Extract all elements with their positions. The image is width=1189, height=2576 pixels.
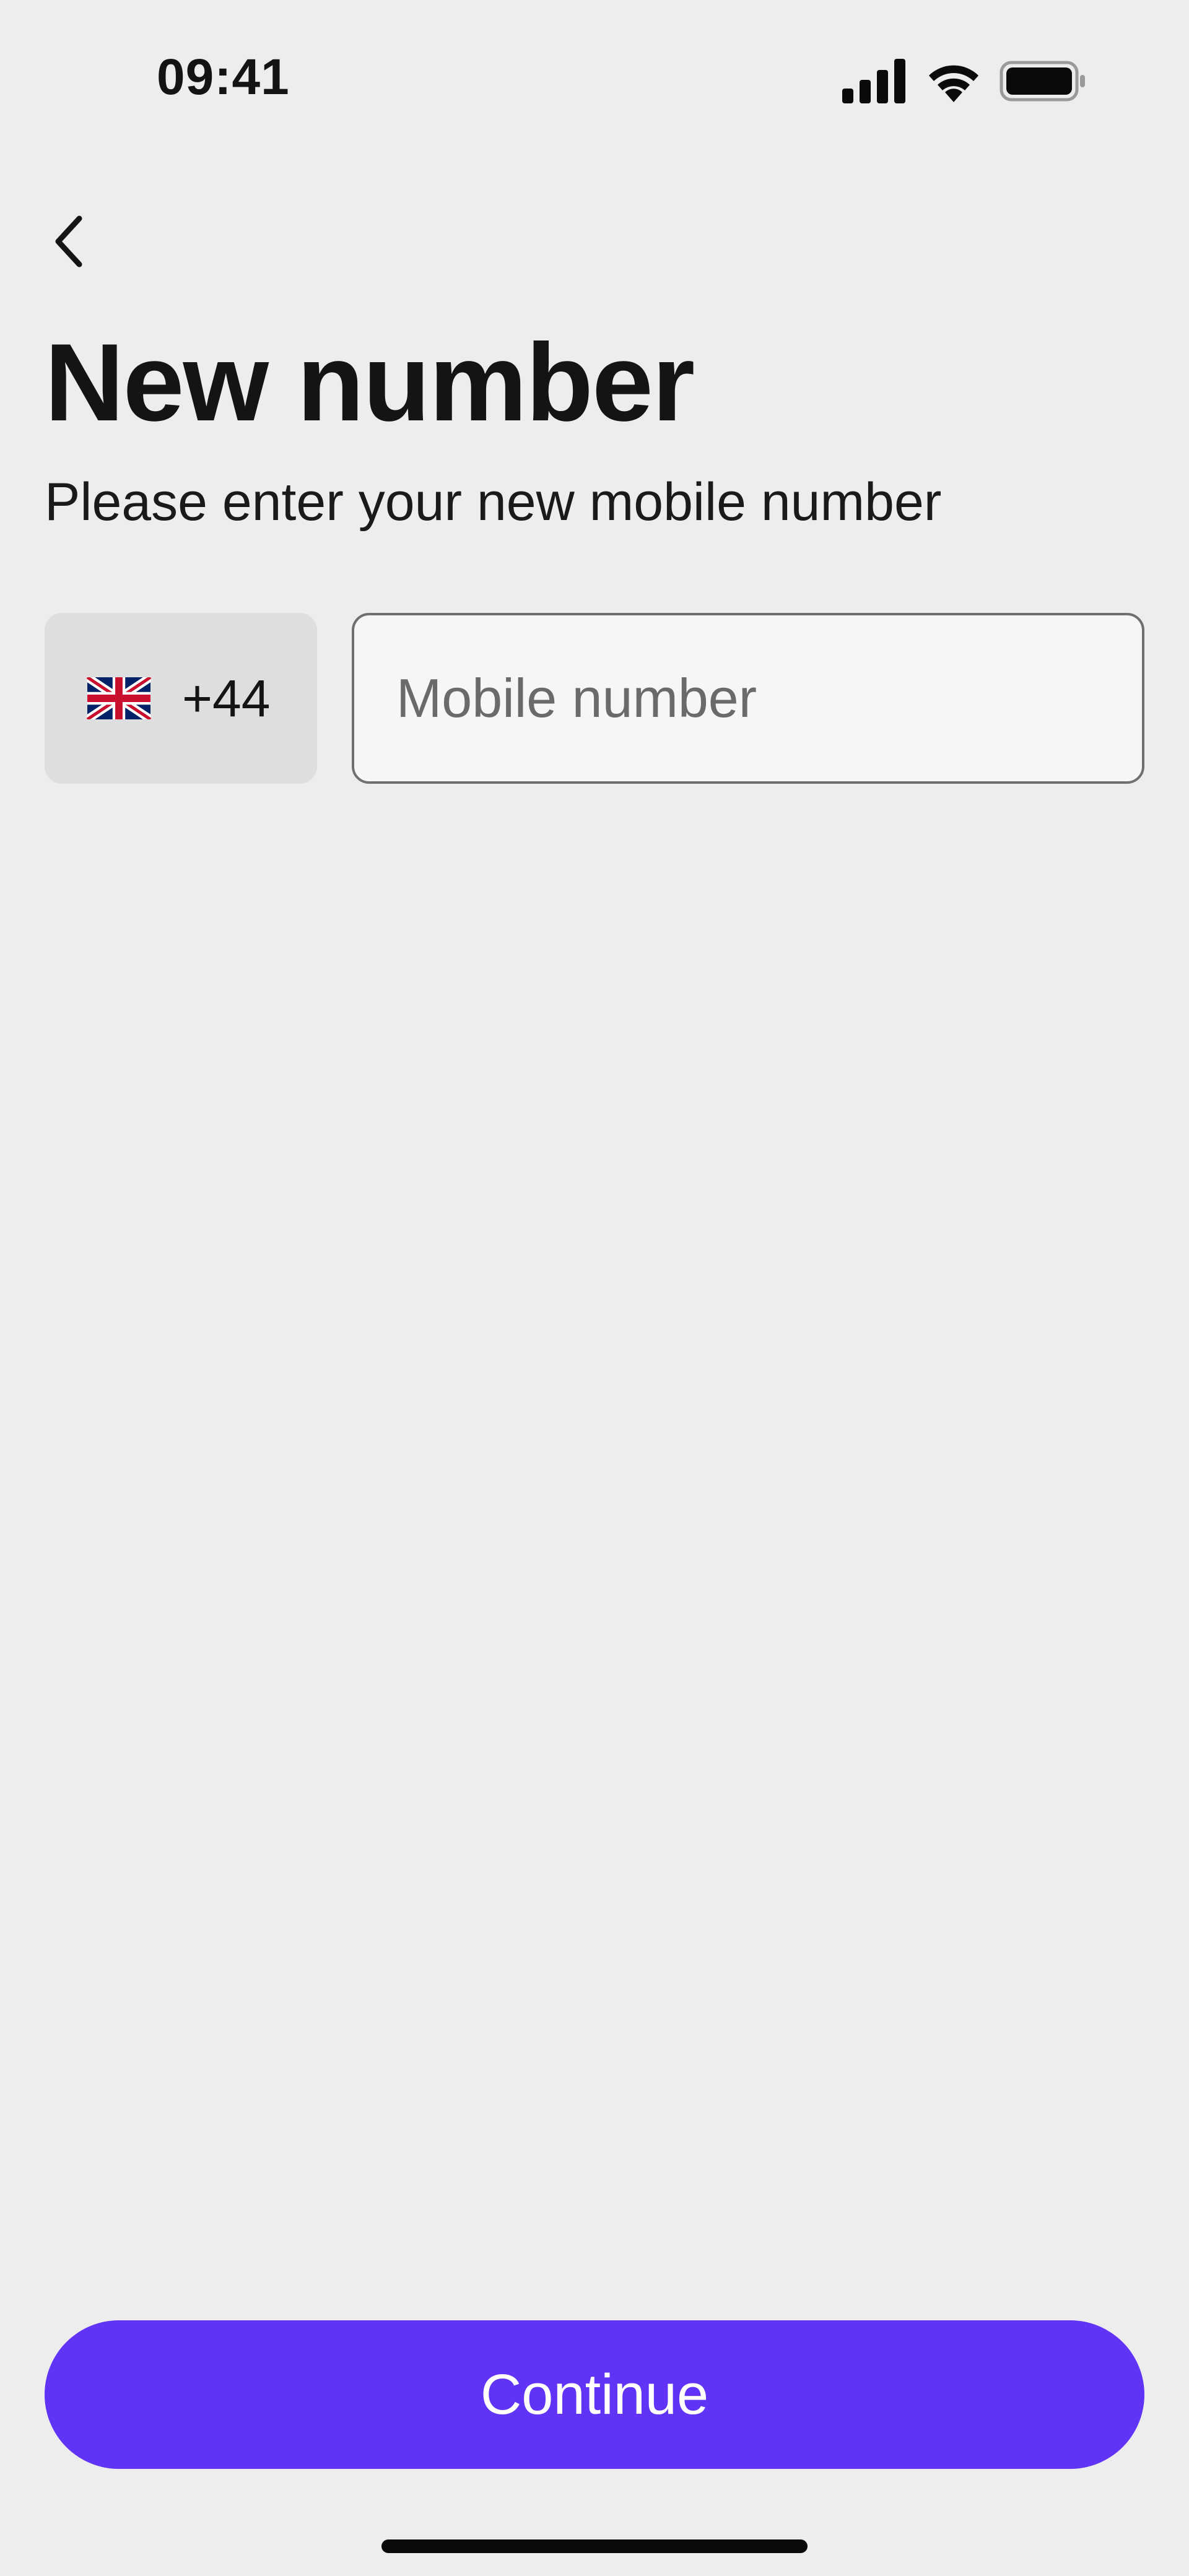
battery-full-icon (1000, 61, 1085, 102)
chevron-left-icon (55, 215, 82, 267)
uk-flag-icon (87, 677, 151, 719)
cellular-signal-icon (842, 59, 905, 103)
mobile-number-input[interactable] (352, 613, 1144, 784)
status-bar: 09:41 (0, 0, 1189, 161)
status-icons (842, 59, 1090, 103)
status-time: 09:41 (157, 49, 290, 105)
home-indicator (381, 2539, 808, 2553)
country-code-picker[interactable]: +44 (45, 613, 317, 784)
page-subtitle: Please enter your new mobile number (45, 472, 942, 532)
wifi-icon (929, 65, 978, 102)
continue-button[interactable]: Continue (45, 2320, 1144, 2469)
dial-code: +44 (182, 669, 271, 727)
page-title: New number (45, 321, 695, 444)
back-button[interactable] (32, 204, 107, 279)
